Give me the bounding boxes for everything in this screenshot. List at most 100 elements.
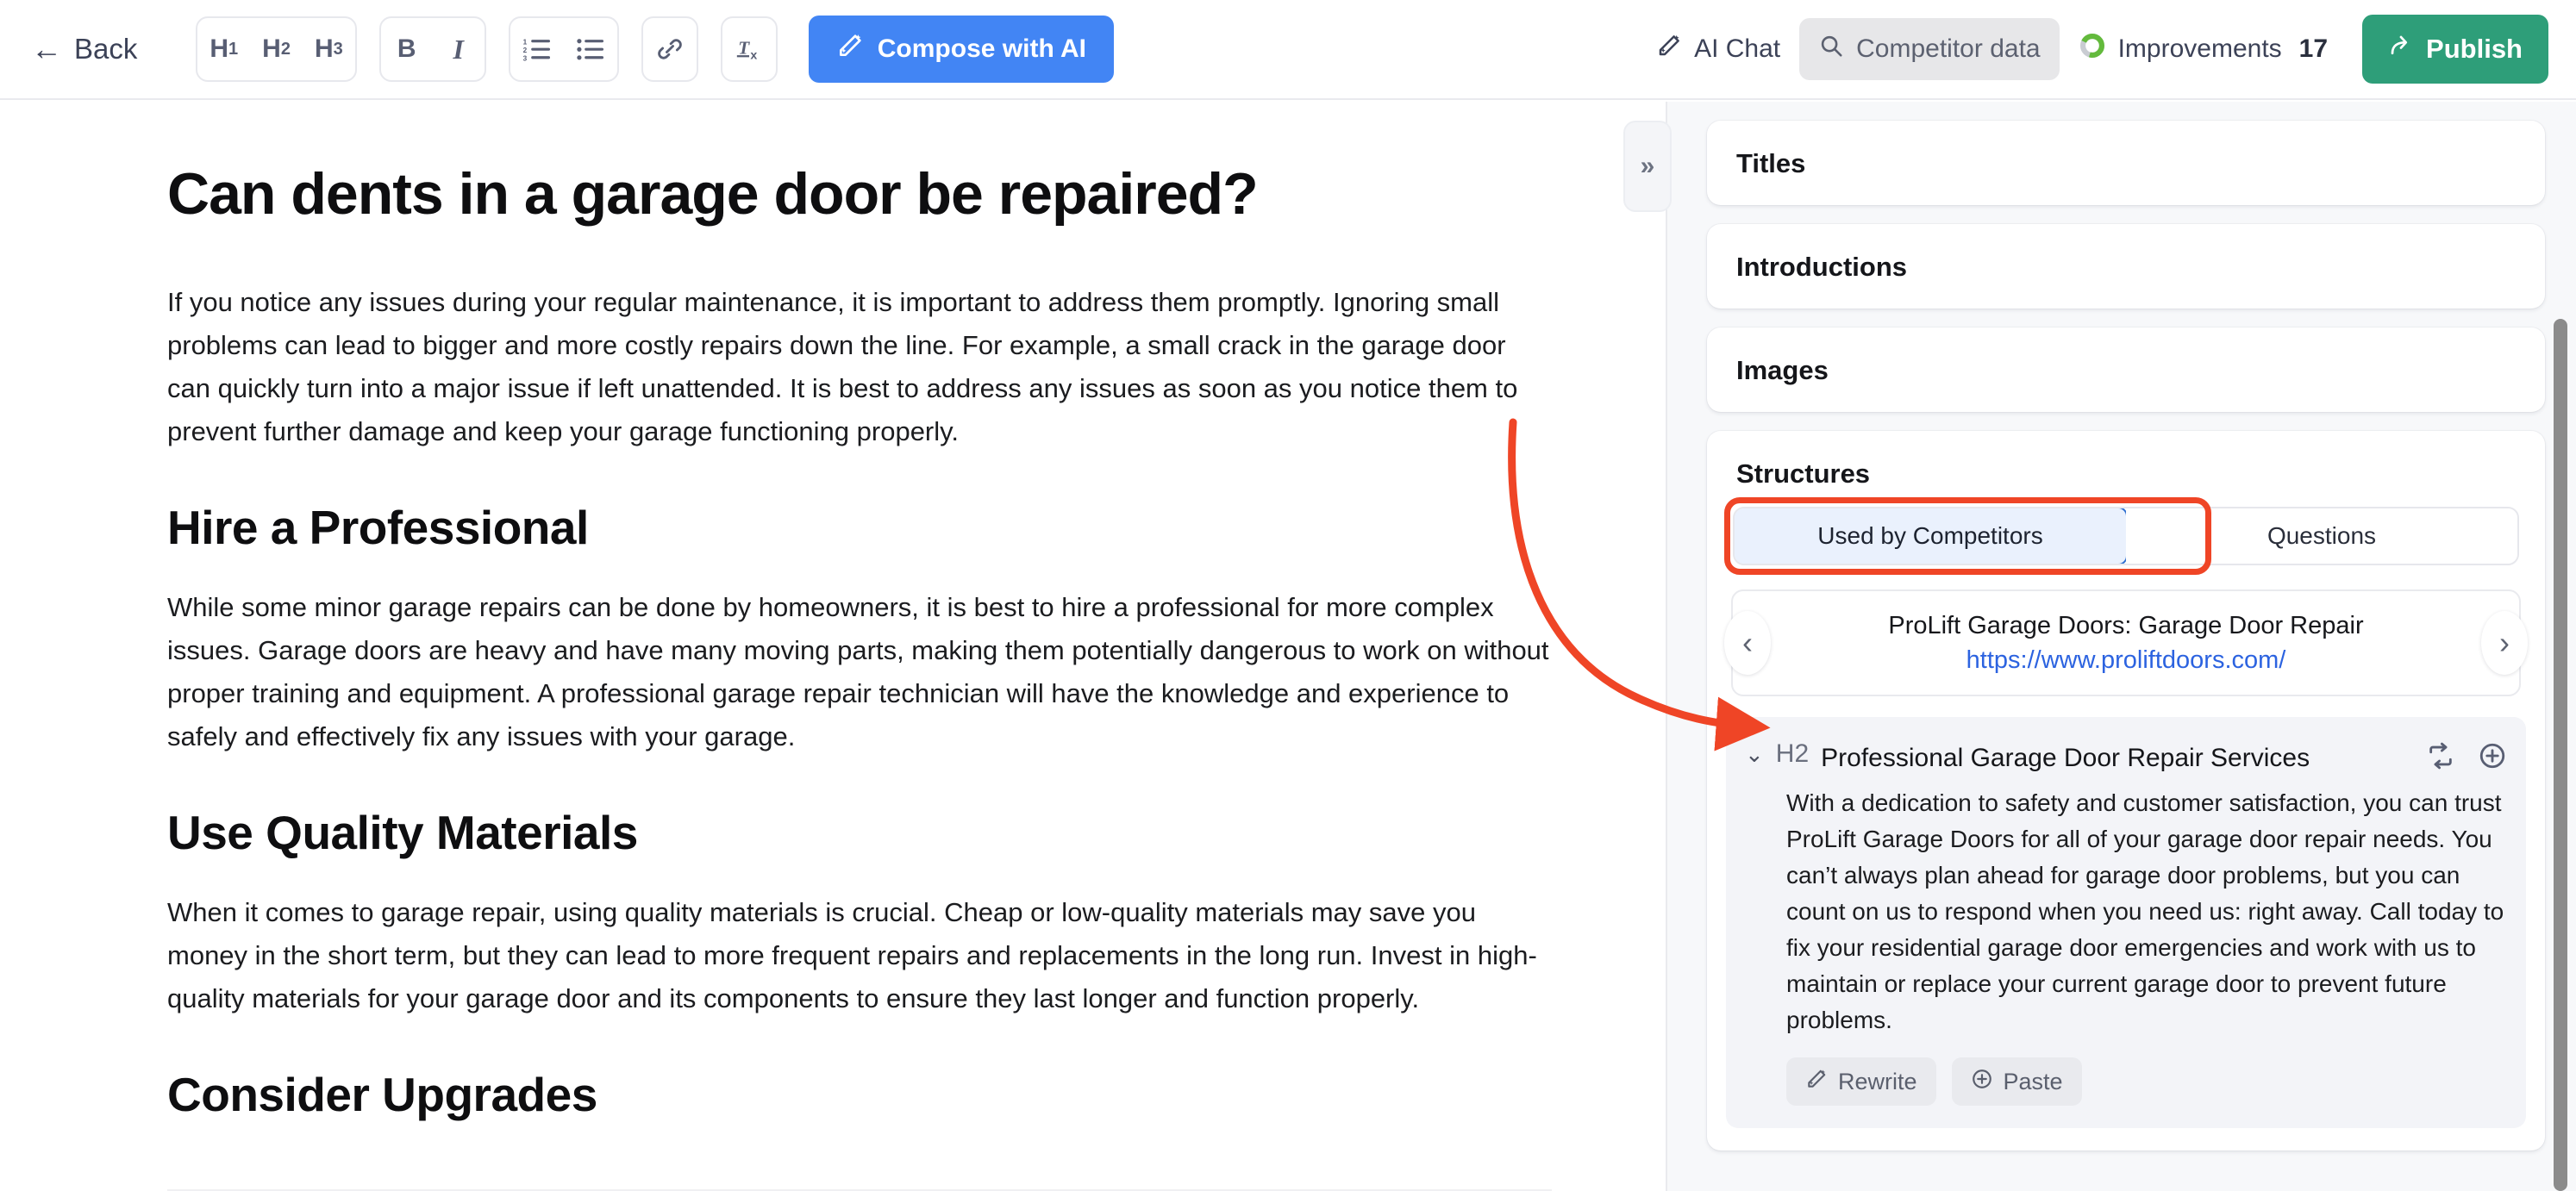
panel-section-structures: Structures Used by Competitors Questions… [1707,431,2545,1150]
chevron-left-icon: ‹ [1742,625,1753,660]
panel-scrollbar-thumb[interactable] [2554,319,2567,1191]
document-heading: Hire a Professional [167,501,589,554]
list-button-group: 1 2 3 [508,16,619,82]
arrow-left-icon: ← [31,31,62,66]
plus-circle-icon [1971,1068,1993,1096]
h1-label: H [209,34,229,63]
chevron-down-icon[interactable]: ⌄ [1745,738,1764,770]
chevron-right-icon: › [2499,625,2510,660]
donut-progress-icon [2079,32,2106,66]
h3-label: H [314,34,334,63]
document-editor[interactable]: Can dents in a garage door be repaired? … [0,102,1664,1191]
carousel-next-button[interactable]: › [2481,611,2528,675]
heading-button-group: H1 H2 H3 [196,16,357,82]
document-paragraph: While some minor garage repairs can be d… [167,592,1549,751]
publish-button[interactable]: Publish [2362,15,2548,84]
h1-button[interactable]: H1 [197,18,250,80]
svg-text:x: x [750,48,757,62]
competitor-url[interactable]: https://www.proliftdoors.com/ [1807,643,2445,677]
replace-swap-icon[interactable] [2426,741,2455,775]
panel-section-titles[interactable]: Titles [1707,121,2545,205]
magic-wand-icon [836,32,864,66]
bullet-list-icon [576,36,605,62]
rewrite-button[interactable]: Rewrite [1786,1057,1936,1106]
improvements-label: Improvements [2117,34,2282,63]
document-heading: Use Quality Materials [167,806,638,859]
tab-used-by-competitors[interactable]: Used by Competitors [1735,508,2128,564]
competitor-data-button[interactable]: Competitor data [1799,18,2060,80]
structure-level-label: H2 [1775,739,1810,768]
clear-format-group: T x [720,16,778,82]
paste-label: Paste [2003,1068,2063,1094]
document-paragraph: If you notice any issues during your reg… [167,287,1518,446]
ordered-list-icon: 1 2 3 [522,36,552,62]
ordered-list-button[interactable]: 1 2 3 [510,18,564,80]
svg-text:3: 3 [522,55,527,62]
structure-item-header: ⌄ H2 Professional Garage Door Repair Ser… [1745,738,2507,778]
svg-text:T: T [738,38,750,59]
h3-button[interactable]: H3 [303,18,355,80]
panel-section-title: Structures [1736,458,1871,489]
structure-body-text: With a dedication to safety and customer… [1786,789,2504,1033]
search-icon [1818,33,1844,65]
italic-button[interactable]: I [433,18,485,80]
panel-section-images[interactable]: Images [1707,327,2545,412]
panel-section-title: Images [1736,355,1829,385]
link-button-group [641,16,698,82]
competitor-carousel: ‹ ProLift Garage Doors: Garage Door Repa… [1724,589,2528,696]
rewrite-label: Rewrite [1838,1068,1917,1094]
panel-section-introductions[interactable]: Introductions [1707,224,2545,309]
improvements-button[interactable]: Improvements 17 [2060,18,2347,80]
link-icon [655,34,685,64]
italic-label: I [453,33,464,65]
improvements-count: 17 [2298,34,2329,63]
structure-item-actions [2426,738,2507,775]
plus-circle-icon[interactable] [2478,741,2507,775]
bold-label: B [397,34,416,63]
insights-panel: Titles Introductions Images Structures U… [1666,102,2576,1191]
panel-section-title: Introductions [1736,252,1908,282]
panel-section-title: Titles [1736,148,1806,178]
collapse-panel-button[interactable]: » [1623,121,1672,212]
ai-chat-button[interactable]: AI Chat [1637,18,1799,80]
compose-with-ai-label: Compose with AI [877,34,1086,63]
structure-heading: Professional Garage Door Repair Services [1821,744,2310,772]
competitor-name: ProLift Garage Doors: Garage Door Repair [1888,612,2364,639]
share-arrow-icon [2388,33,2414,65]
back-button-label: Back [74,33,138,65]
structure-item: ⌄ H2 Professional Garage Door Repair Ser… [1726,717,2526,1128]
page-title: Can dents in a garage door be repaired? [167,161,1259,227]
paste-button[interactable]: Paste [1951,1057,2082,1106]
structures-tabs: Used by Competitors Questions [1733,507,2519,565]
structure-item-buttons: Rewrite Paste [1786,1057,2507,1106]
compose-with-ai-button[interactable]: Compose with AI [808,16,1114,83]
ai-chat-label: AI Chat [1694,34,1781,63]
back-button[interactable]: ← Back [31,33,137,65]
panel-scrollbar-track[interactable] [2554,102,2567,1191]
publish-label: Publish [2426,34,2523,64]
svg-text:1: 1 [522,39,527,47]
document-paragraph: When it comes to garage repair, using qu… [167,897,1537,1013]
h3-sub: 3 [333,39,343,59]
h2-button[interactable]: H2 [250,18,303,80]
clear-formatting-button[interactable]: T x [722,18,776,80]
top-toolbar: ← Back H1 H2 H3 B I 1 2 3 T x Compose wi… [0,0,2576,100]
chevron-double-right-icon: » [1640,152,1655,180]
h1-sub: 1 [228,39,239,59]
bullet-list-button[interactable] [564,18,617,80]
competitor-data-label: Competitor data [1856,34,2041,63]
structures-tabs-wrapper: Used by Competitors Questions [1724,497,2519,575]
document-heading: Consider Upgrades [167,1068,597,1121]
insert-link-button[interactable] [643,18,697,80]
toolbar-right-group: AI Chat Competitor data Improvements 17 [1637,15,2548,84]
h2-label: H [262,34,281,63]
bold-button[interactable]: B [381,18,433,80]
svg-text:2: 2 [522,47,527,54]
format-button-group: B I [378,16,486,82]
magic-wand-icon [1656,33,1682,65]
carousel-prev-button[interactable]: ‹ [1724,611,1771,675]
tab-questions[interactable]: Questions [2126,508,2517,564]
h2-sub: 2 [280,39,291,59]
magic-wand-icon [1805,1068,1828,1096]
clear-format-icon: T x [735,34,764,64]
